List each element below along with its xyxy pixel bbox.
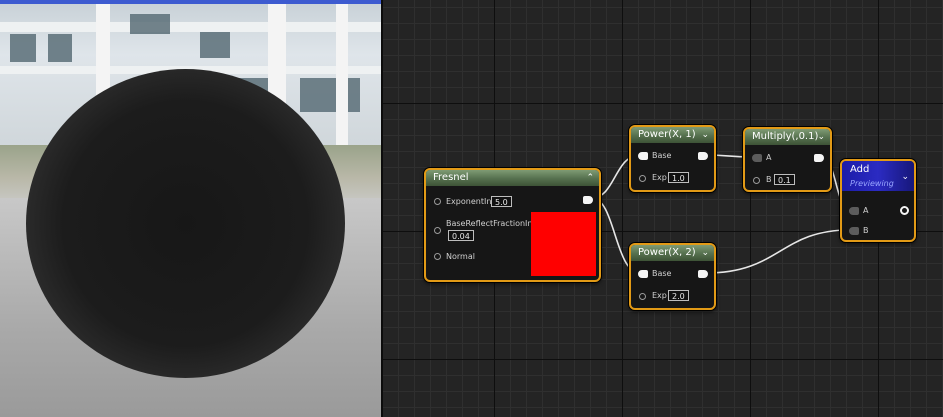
fresnel-node[interactable]: Fresnel ⌃ ExponentIn 5.0 BaseReflectFrac…: [424, 168, 601, 282]
power-x2-node-title: Power(X, 2): [638, 247, 696, 258]
add-node[interactable]: Add Previewing ⌄ A B: [840, 159, 916, 242]
add-node-header[interactable]: Add Previewing ⌄: [842, 161, 914, 191]
multiply-node-title: Multiply(,0.1): [752, 131, 819, 142]
chevron-up-icon[interactable]: ⌃: [586, 170, 594, 186]
power-x2-base-pin[interactable]: [638, 270, 648, 278]
power-x2-node-header[interactable]: Power(X, 2) ⌄: [631, 245, 714, 261]
add-node-title: Add: [850, 164, 870, 175]
power-x1-exp-label: Exp: [652, 173, 667, 182]
power-x2-exp-pin[interactable]: [639, 293, 646, 300]
add-a-label: A: [863, 206, 869, 215]
add-output-pin[interactable]: [900, 206, 909, 215]
power-x1-base-label: Base: [652, 151, 672, 160]
chevron-down-icon[interactable]: ⌄: [701, 127, 709, 143]
multiply-b-value-field[interactable]: 0.1: [774, 174, 795, 185]
power-x1-base-pin[interactable]: [638, 152, 648, 160]
exponent-input-pin[interactable]: [434, 198, 441, 205]
power-x2-output-pin[interactable]: [698, 270, 708, 278]
chevron-down-icon[interactable]: ⌄: [701, 245, 709, 261]
fresnel-node-header[interactable]: Fresnel ⌃: [426, 170, 599, 186]
fresnel-output-pin[interactable]: [583, 196, 593, 204]
exponent-value-field[interactable]: 5.0: [491, 196, 512, 207]
power-x2-node[interactable]: Power(X, 2) ⌄ Base Exp 2.0: [629, 243, 716, 310]
power-x1-node[interactable]: Power(X, 1) ⌄ Base Exp 1.0: [629, 125, 716, 192]
add-a-pin[interactable]: [849, 207, 859, 215]
normal-input-pin[interactable]: [434, 253, 441, 260]
multiply-a-pin[interactable]: [752, 154, 762, 162]
add-b-pin[interactable]: [849, 227, 859, 235]
normal-label: Normal: [446, 252, 475, 261]
power-x1-node-header[interactable]: Power(X, 1) ⌄: [631, 127, 714, 143]
base-reflect-value-field[interactable]: 0.04: [448, 230, 474, 241]
multiply-node-header[interactable]: Multiply(,0.1) ⌄: [745, 129, 830, 145]
chevron-down-icon[interactable]: ⌄: [901, 169, 909, 185]
multiply-b-label: B: [766, 175, 772, 184]
power-x2-base-label: Base: [652, 269, 672, 278]
chevron-down-icon[interactable]: ⌄: [817, 129, 825, 145]
power-x2-exp-value-field[interactable]: 2.0: [668, 290, 689, 301]
material-preview-viewport[interactable]: [0, 0, 381, 417]
power-x1-node-title: Power(X, 1): [638, 129, 696, 140]
exponent-label: ExponentIn: [446, 197, 492, 206]
preview-sphere: [26, 69, 345, 378]
multiply-a-label: A: [766, 153, 772, 162]
power-x1-exp-pin[interactable]: [639, 175, 646, 182]
multiply-node[interactable]: Multiply(,0.1) ⌄ A B 0.1: [743, 127, 832, 192]
add-b-label: B: [863, 226, 869, 235]
multiply-output-pin[interactable]: [814, 154, 824, 162]
fresnel-preview-swatch: [531, 212, 596, 276]
power-x1-exp-value-field[interactable]: 1.0: [668, 172, 689, 183]
base-reflect-input-pin[interactable]: [434, 227, 441, 234]
power-x2-exp-label: Exp: [652, 291, 667, 300]
add-node-previewing-label: Previewing: [850, 179, 894, 188]
multiply-b-pin[interactable]: [753, 177, 760, 184]
power-x1-output-pin[interactable]: [698, 152, 708, 160]
base-reflect-label: BaseReflectFractionIn: [446, 219, 533, 228]
fresnel-node-title: Fresnel: [433, 172, 469, 183]
